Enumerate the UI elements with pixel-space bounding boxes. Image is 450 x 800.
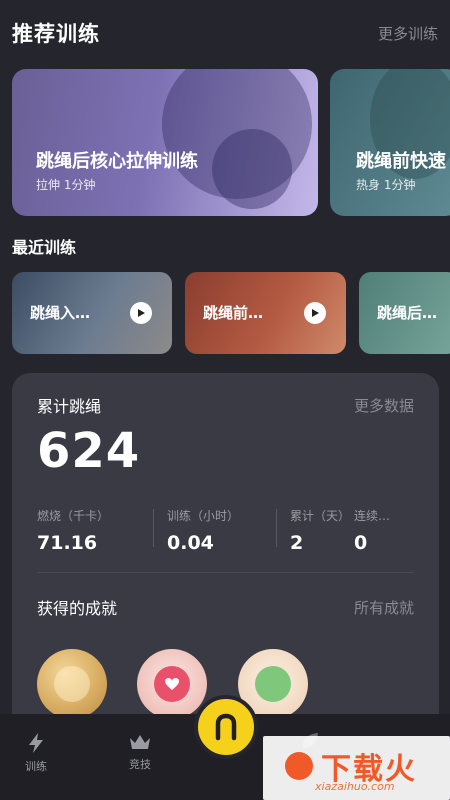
start-jump-button[interactable]: [194, 695, 258, 759]
divider: [37, 572, 414, 573]
watermark: 下载火 xiazaihuo.com: [263, 736, 450, 800]
heart-icon: [165, 678, 179, 690]
play-icon: [312, 309, 319, 317]
recommended-card-subtitle: 热身 1分钟: [356, 178, 416, 192]
tab-label: 竞技: [129, 758, 151, 771]
recommended-card[interactable]: 跳绳前快速 热身 1分钟: [330, 69, 450, 216]
metric-value: 0.04: [167, 532, 214, 554]
total-jumps: 624: [37, 423, 141, 479]
medal-emblem: [54, 666, 90, 702]
download-logo-icon: [285, 752, 313, 780]
recent-card[interactable]: 跳绳后…: [359, 272, 450, 354]
recommended-card[interactable]: 跳绳后核心拉伸训练 拉伸 1分钟: [12, 69, 318, 216]
medal-badge[interactable]: [137, 649, 207, 719]
medal-emblem: [255, 666, 291, 702]
stats-title: 累计跳绳: [37, 397, 102, 416]
metric-value: 71.16: [37, 532, 98, 554]
play-icon: [138, 309, 145, 317]
divider: [153, 509, 154, 547]
athlete-image-shadow: [212, 129, 292, 209]
stats-header: 累计跳绳 更多数据: [37, 393, 414, 417]
more-data-link[interactable]: 更多数据: [354, 395, 414, 416]
metric-label: 燃烧（千卡）: [37, 509, 110, 523]
recommended-title: 推荐训练: [12, 22, 100, 46]
metric-days: 累计（天） 2: [290, 507, 350, 554]
metric-label: 训练（小时）: [167, 509, 240, 523]
recent-card-label: 跳绳入…: [30, 304, 91, 322]
achievements-header: 获得的成就 所有成就: [37, 595, 414, 619]
recommended-card-title: 跳绳前快速: [356, 151, 446, 172]
recommended-card-subtitle: 拉伸 1分钟: [36, 178, 96, 192]
metric-value: 0: [354, 532, 368, 554]
all-achievements-link[interactable]: 所有成就: [354, 597, 414, 618]
metric-calories: 燃烧（千卡） 71.16: [37, 507, 109, 554]
recent-carousel[interactable]: 跳绳入… 跳绳前… 跳绳后…: [12, 272, 450, 354]
recent-title: 最近训练: [12, 238, 77, 257]
crown-icon: [130, 735, 150, 749]
achievements-title: 获得的成就: [37, 599, 118, 618]
recent-card-label: 跳绳前…: [203, 304, 264, 322]
more-training-link[interactable]: 更多训练: [378, 23, 438, 44]
recommended-card-title: 跳绳后核心拉伸训练: [36, 151, 198, 172]
metric-label: 连续…: [354, 509, 391, 523]
recent-card-label: 跳绳后…: [377, 304, 438, 322]
recent-card[interactable]: 跳绳入…: [12, 272, 172, 354]
divider: [276, 509, 277, 547]
metric-streak: 连续… 0: [354, 507, 390, 554]
recommended-header: 推荐训练 更多训练: [12, 18, 438, 48]
play-button[interactable]: [304, 302, 326, 324]
recommended-carousel[interactable]: 跳绳后核心拉伸训练 拉伸 1分钟 跳绳前快速 热身 1分钟: [12, 69, 450, 216]
tab-training[interactable]: 训练: [6, 732, 66, 774]
watermark-url: xiazaihuo.com: [315, 780, 395, 793]
recent-card[interactable]: 跳绳前…: [185, 272, 346, 354]
metric-value: 2: [290, 532, 304, 554]
tab-label: 训练: [25, 760, 47, 773]
metric-label: 累计（天）: [290, 509, 351, 523]
tab-competition[interactable]: 竞技: [110, 732, 170, 772]
metric-hours: 训练（小时） 0.04: [167, 507, 239, 554]
medal-badge[interactable]: [37, 649, 107, 719]
rope-icon: [215, 713, 237, 741]
play-button[interactable]: [130, 302, 152, 324]
lightning-icon: [29, 733, 43, 753]
